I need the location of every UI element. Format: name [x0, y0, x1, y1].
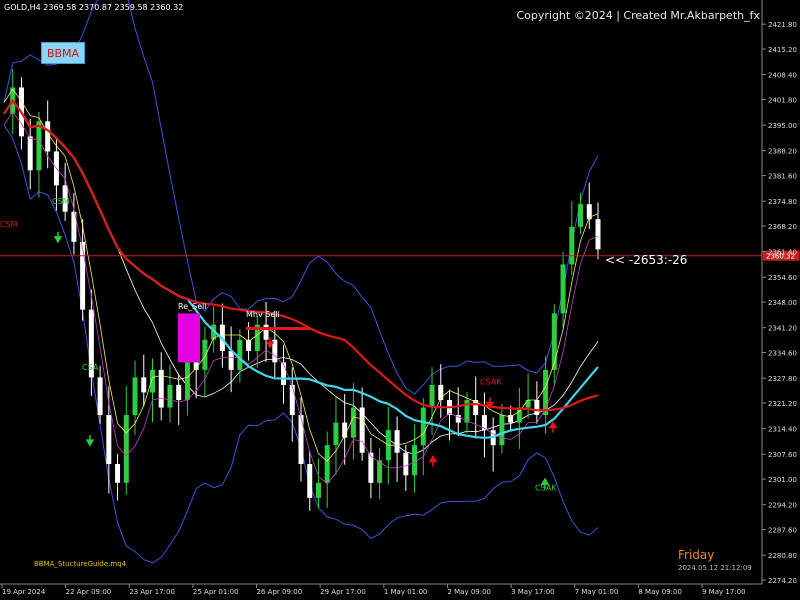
candle-body [289, 384, 295, 416]
candle-body [115, 464, 121, 483]
buy-arrow-icon [548, 421, 558, 433]
price-tick-label: 2348.00 [768, 299, 797, 307]
candle-body [333, 422, 339, 446]
candle-body [123, 415, 129, 483]
time-tick-label: 19 Apr 2024 [2, 588, 46, 596]
indicator-name: BBMA_StuctureGuide.mq4 [34, 560, 127, 568]
price-tick-label: 2395.00 [768, 122, 797, 130]
price-tick-label: 2307.60 [768, 451, 797, 459]
ohlc-header: GOLD,H4 2369.58 2370.87 2359.58 2360.32 [4, 3, 184, 12]
price-tick-label: 2314.40 [768, 426, 797, 434]
price-tick-label: 2421.80 [768, 21, 797, 29]
time-tick-label: 26 Apr 09:00 [257, 588, 303, 596]
candle-body [543, 369, 549, 416]
time-tick-label: 3 May 17:00 [511, 588, 555, 596]
candle-body [403, 452, 409, 476]
price-chart[interactable]: 2360.32Re_SellMhv SellCSAKCSAKCSMCSMCSA … [0, 0, 800, 600]
time-tick-label: 8 May 09:00 [638, 588, 682, 596]
time-tick-label: 2 May 09:00 [447, 588, 491, 596]
candle-body [350, 407, 356, 438]
re-sell-zone [178, 313, 200, 363]
price-tick-label: 2321.20 [768, 400, 797, 408]
price-axis: 2421.80 2415.20 2408.40 2401.80 2395.00 2388.… [761, 0, 797, 585]
sell-arrow-icon [53, 231, 63, 244]
time-axis: 19 Apr 2024 22 Apr 09:00 23 Apr 17:00 25 Ap… [0, 583, 762, 596]
price-tick-label: 2361.40 [768, 249, 797, 257]
candle-body [307, 464, 313, 498]
price-tick-label: 2301.00 [768, 476, 797, 484]
candle-body [237, 339, 243, 370]
candle-body [228, 351, 234, 370]
candle-body [525, 399, 531, 408]
annotation-label: CSAK [480, 378, 502, 387]
candle-body [359, 407, 365, 453]
candle-body [560, 264, 566, 314]
time-tick-label: 22 Apr 09:00 [66, 588, 112, 596]
candle-body [298, 415, 304, 465]
price-tick-label: 2287.60 [768, 527, 797, 535]
time-tick-label: 25 Apr 01:00 [193, 588, 239, 596]
candles [10, 68, 601, 511]
time-tick-label: 23 Apr 17:00 [129, 588, 175, 596]
price-tick-label: 2294.20 [768, 502, 797, 510]
time-tick-label: 7 May 01:00 [575, 588, 619, 596]
annotation-label: CSM [0, 220, 18, 229]
time-tick-label: 1 May 01:00 [384, 588, 428, 596]
annotation-label: CSA [82, 363, 99, 372]
price-tick-label: 2381.60 [768, 173, 797, 181]
price-tick-label: 2354.60 [768, 274, 797, 282]
candle-body [202, 339, 208, 370]
ema-50 [3, 98, 599, 439]
bbma-button[interactable]: BBMA [41, 42, 85, 64]
candle-body [27, 136, 33, 171]
sell-arrow-icon [85, 435, 95, 447]
time-tick-label: 29 Apr 17:00 [320, 588, 366, 596]
candle-body [97, 377, 103, 416]
candle-body [324, 445, 330, 483]
price-tick-label: 2374.80 [768, 198, 797, 206]
candle-body [263, 324, 269, 340]
price-tick-label: 2408.40 [768, 72, 797, 80]
candle-body [429, 384, 435, 408]
annotation-label: CSM [52, 197, 70, 206]
candle-body [141, 377, 147, 393]
candle-body [106, 415, 112, 465]
candle-body [36, 121, 42, 171]
price-tick-label: 2341.20 [768, 325, 797, 333]
candle-body [499, 415, 505, 446]
day-label: Friday [678, 548, 715, 562]
price-tick-label: 2280.80 [768, 552, 797, 560]
time-tick-label: 9 May 17:00 [702, 588, 746, 596]
candle-body [80, 241, 86, 310]
price-tick-label: 2415.20 [768, 46, 797, 54]
annotation-label: Re_Sell [178, 302, 207, 311]
price-tick-label: 2401.80 [768, 96, 797, 104]
candle-body [184, 362, 190, 400]
candle-body [412, 445, 418, 476]
timestamp: 2024.05.12 21:12:09 [678, 564, 752, 572]
copyright-text: Copyright ©2024 | Created Mr.Akbarpeth_f… [516, 9, 760, 22]
candle-body [176, 384, 182, 400]
candle-body [595, 219, 601, 250]
candle-body [551, 313, 557, 370]
price-tick-label: 2368.20 [768, 223, 797, 231]
buy-arrow-icon [428, 455, 438, 467]
annotation-label: Mhv Sell [246, 310, 280, 319]
candle-body [420, 407, 426, 446]
candle-body [578, 204, 584, 227]
price-tick-label: 2334.60 [768, 350, 797, 358]
candle-body [569, 226, 575, 265]
candle-body [281, 362, 287, 385]
candle-body [150, 369, 155, 393]
candle-body [534, 399, 540, 416]
candle-body [167, 384, 173, 408]
countdown-readout: << -2653:-26 [605, 253, 688, 267]
candle-body [315, 482, 321, 498]
candle-body [132, 377, 138, 416]
price-tick-label: 2327.80 [768, 375, 797, 383]
candle-body [394, 430, 400, 453]
price-tick-label: 2274.20 [768, 577, 797, 585]
price-tick-label: 2388.20 [768, 148, 797, 156]
